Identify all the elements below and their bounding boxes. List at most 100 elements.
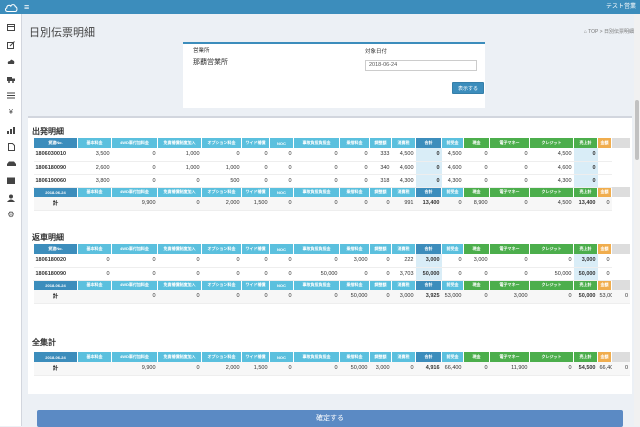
file-icon[interactable] (6, 142, 16, 151)
table-cell: 0 (201, 267, 242, 281)
yen-icon[interactable]: ¥ (6, 108, 16, 117)
table-cell: 4,600 (529, 161, 574, 175)
table-cell: 0 (293, 148, 340, 162)
column-header-spacer (611, 138, 630, 148)
column-header: 消費税 (391, 280, 416, 290)
total-label: 計 (33, 197, 78, 211)
table-cell: 318 (369, 174, 392, 188)
user-icon[interactable] (6, 193, 16, 202)
car-icon[interactable] (6, 159, 16, 168)
total-cell: 4,916 (415, 362, 442, 376)
column-header: 乗捨料金 (339, 138, 370, 148)
total-cell: 3,000 (489, 290, 530, 304)
table-cell: 0 (201, 254, 242, 268)
table-row[interactable]: 1806190060 3,800 0 0 500 0 0 0 0 318 4,300 0 4,300 0 0… (33, 174, 631, 188)
total-cell: 13,400 (573, 197, 598, 211)
table-row[interactable]: 1806180020 0 0 0 0 0 0 0 3,000 0 222 3,000 0 3,000 0 0 3… (33, 254, 631, 268)
row-label: 1806030010 (33, 148, 78, 162)
column-header: 乗捨料金 (339, 352, 370, 362)
column-header: 事故負担負担金 (293, 244, 340, 254)
column-header: 合計 (415, 244, 442, 254)
total-cell: 0 (463, 290, 490, 304)
scrollbar-thumb[interactable] (635, 100, 639, 160)
gear-icon[interactable]: ⚙ (6, 210, 16, 219)
column-header: 電子マネー (489, 244, 530, 254)
logo[interactable] (0, 0, 22, 14)
table-cell: 0 (157, 174, 202, 188)
table-cell: 0 (293, 174, 340, 188)
column-header: クレジット (529, 280, 574, 290)
column-header: 乗捨料金 (339, 244, 370, 254)
column-header: 貸渡No. (33, 138, 78, 148)
table-cell: 0 (77, 267, 112, 281)
column-header: オプション料金 (201, 280, 242, 290)
table-cell: 50,000 (529, 267, 574, 281)
table-cell: 3,800 (77, 174, 112, 188)
menu-toggle-button[interactable]: ≡ (24, 0, 29, 14)
breadcrumb-top[interactable]: TOP (588, 29, 598, 35)
column-header: 事故負担負担金 (293, 352, 340, 362)
column-header: 免責補償制度加入 (157, 352, 202, 362)
table-cell: 1,000 (201, 161, 242, 175)
table-cell: 4,500 (529, 148, 574, 162)
chart-icon[interactable] (6, 125, 16, 134)
column-header: 売上計 (573, 244, 598, 254)
total-cell: 0 (489, 197, 530, 211)
show-button[interactable]: 表示する (452, 82, 484, 94)
list-icon[interactable] (6, 91, 16, 100)
table-cell: 0 (369, 254, 392, 268)
table-cell: 2,600 (77, 161, 112, 175)
total-cell: 1,500 (241, 197, 270, 211)
table-cell: 0 (339, 148, 370, 162)
total-cell: 1,500 (241, 362, 270, 376)
total-cell: 0 (241, 290, 270, 304)
user-menu[interactable]: テスト営業 (606, 0, 636, 14)
table-row[interactable]: 1806180090 0 0 0 0 0 0 50,000 0 0 3,703 50,000 0 0 0 50… (33, 267, 631, 281)
table-cell: 0 (111, 254, 158, 268)
table-cell: 4,600 (441, 161, 464, 175)
column-header: オプション料金 (201, 187, 242, 197)
table-cell: 0 (463, 174, 490, 188)
total-row: 計 9,900 0 2,000 1,500 0 0 50,000 3,000 0 4,916 66,4… (33, 362, 630, 376)
returns-table: 貸渡No. 基本料金 4WD車付加料金 免責補償制度加入 オプション料金 ワイド補償 NOC… (33, 244, 630, 304)
table-cell: 0 (489, 148, 530, 162)
total-cell: 0 (597, 197, 612, 211)
column-header: 4WD車付加料金 (111, 352, 158, 362)
column-header: 金額 (597, 187, 612, 197)
scrollbar[interactable] (634, 14, 640, 426)
total-cell: 0 (441, 197, 464, 211)
edit-icon[interactable] (6, 40, 16, 49)
column-header: 2018-06-24 (33, 187, 78, 197)
table-row[interactable]: 1806180090 2,600 0 1,000 1,000 0 0 0 0 340 4,600 0 4… (33, 161, 631, 175)
total-cell: 3,000 (391, 290, 416, 304)
box-icon[interactable] (6, 176, 16, 185)
column-header: 金額 (597, 352, 612, 362)
column-header: 調整額 (369, 352, 392, 362)
dashboard-icon[interactable] (6, 23, 16, 32)
total-cell: 0 (529, 362, 574, 376)
confirm-button[interactable]: 確定する (37, 410, 623, 427)
total-cell: 66,400 (597, 362, 612, 376)
total-cell: 0 (463, 362, 490, 376)
column-header: 調整額 (369, 138, 392, 148)
table-row[interactable]: 1806030010 3,500 0 1,000 0 0 0 0 0 333 4,500 0 4,500… (33, 148, 631, 162)
column-header: ワイド補償 (241, 187, 270, 197)
breadcrumb-separator: > (599, 29, 603, 35)
table-cell: 0 (111, 148, 158, 162)
column-header: NOC (269, 187, 294, 197)
table-cell-spacer (597, 148, 612, 162)
column-header-spacer (611, 244, 630, 254)
table-cell: 3,000 (463, 254, 490, 268)
table-cell: 3,000 (415, 254, 442, 268)
main-content: 日別伝票明細 ⌂ TOP > 日別伝票明細 営業所 那覇営業所 対象日付 201… (22, 14, 640, 427)
table-cell: 0 (201, 148, 242, 162)
column-header: 4WD車付加料金 (111, 187, 158, 197)
column-header: 事故負担負担金 (293, 187, 340, 197)
column-header: 電子マネー (489, 187, 530, 197)
truck-icon[interactable] (6, 74, 16, 83)
date-input[interactable]: 2018-06-24 (365, 60, 477, 71)
total-cell: 991 (391, 197, 416, 211)
cloud-icon[interactable] (6, 57, 16, 66)
table-cell: 0 (415, 174, 442, 188)
table-cell: 4,500 (391, 148, 416, 162)
